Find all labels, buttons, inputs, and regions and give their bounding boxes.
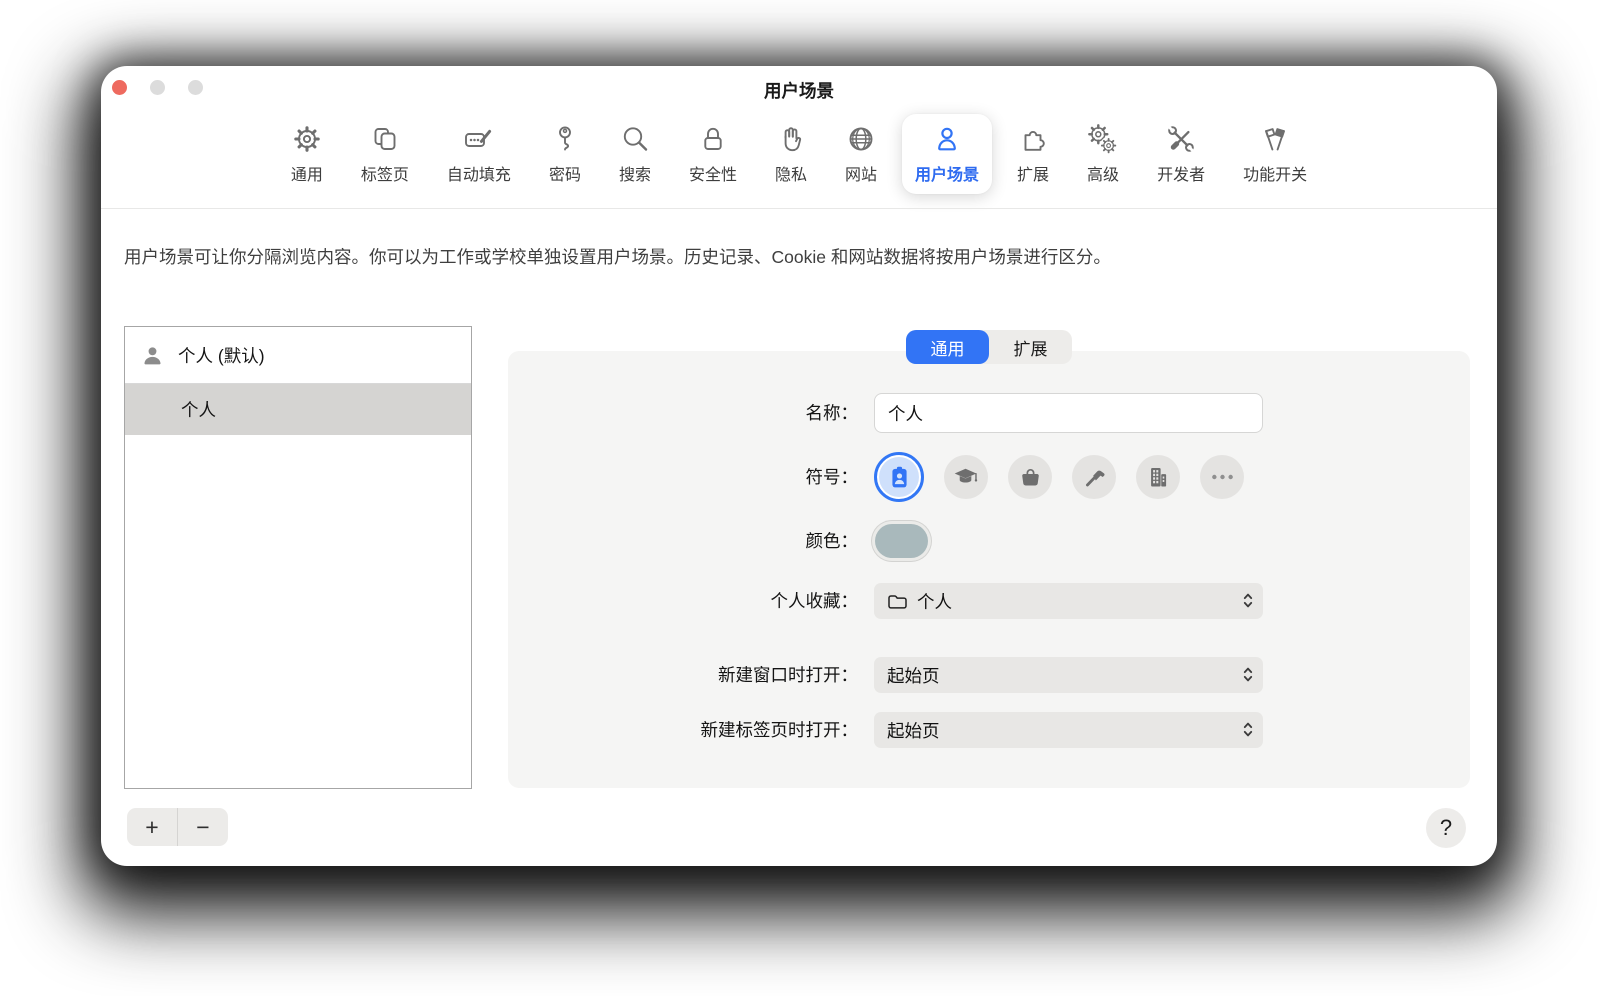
search-icon <box>619 123 651 155</box>
symbol-option-briefcase[interactable] <box>1008 455 1052 499</box>
favorites-label: 个人收藏： <box>508 583 858 619</box>
person-icon <box>142 345 163 366</box>
flags-icon <box>1259 123 1291 155</box>
profile-list-controls: + − <box>127 808 228 846</box>
key-icon <box>549 123 581 155</box>
new-window-popup-value: 起始页 <box>887 663 940 688</box>
symbol-label: 符号： <box>508 452 858 502</box>
profile-color-well[interactable] <box>875 524 928 558</box>
remove-profile-button[interactable]: − <box>178 808 228 846</box>
chevron-up-down-icon <box>1242 720 1254 739</box>
profiles-list-header-label: 个人 (默认) <box>178 343 265 368</box>
gear-icon <box>291 123 323 155</box>
profile-name-input[interactable] <box>874 393 1263 433</box>
favorites-popup[interactable]: 个人 <box>874 583 1263 619</box>
toolbar-item-label: 高级 <box>1087 161 1119 185</box>
detail-tabs: 通用 扩展 <box>906 330 1072 364</box>
window-title: 用户场景 <box>101 78 1497 103</box>
symbol-option-more[interactable] <box>1200 455 1244 499</box>
toolbar-item-search[interactable]: 搜索 <box>606 114 664 194</box>
chevron-up-down-icon <box>1242 591 1254 610</box>
globe-icon <box>845 123 877 155</box>
ellipsis-icon <box>1211 472 1234 482</box>
chevron-up-down-icon <box>1242 665 1254 684</box>
new-tab-popup-value: 起始页 <box>887 718 940 743</box>
profiles-description: 用户场景可让你分隔浏览内容。你可以为工作或学校单独设置用户场景。历史记录、Coo… <box>124 244 1454 269</box>
symbol-option-hammer[interactable] <box>1072 455 1116 499</box>
toolbar-separator <box>101 208 1497 209</box>
preferences-toolbar: 通用 标签页 自动填充 <box>101 114 1497 194</box>
toolbar-item-label: 用户场景 <box>915 161 979 185</box>
new-tab-label: 新建标签页时打开： <box>508 712 858 748</box>
toolbar-item-profiles[interactable]: 用户场景 <box>902 114 992 194</box>
wrench-screwdriver-icon <box>1165 123 1197 155</box>
toolbar-item-label: 自动填充 <box>447 161 511 185</box>
toolbar-item-privacy[interactable]: 隐私 <box>762 114 820 194</box>
toolbar-item-extensions[interactable]: 扩展 <box>1004 114 1062 194</box>
symbol-option-id-badge[interactable] <box>874 452 924 502</box>
new-window-popup[interactable]: 起始页 <box>874 657 1263 693</box>
toolbar-item-feature-flags[interactable]: 功能开关 <box>1230 114 1320 194</box>
folder-icon <box>887 593 908 610</box>
toolbar-item-label: 开发者 <box>1157 161 1205 185</box>
toolbar-item-label: 通用 <box>291 161 323 185</box>
building-icon <box>1149 467 1168 488</box>
toolbar-item-label: 隐私 <box>775 161 807 185</box>
symbol-options <box>874 452 1244 502</box>
toolbar-item-advanced[interactable]: 高级 <box>1074 114 1132 194</box>
add-profile-button[interactable]: + <box>127 808 178 846</box>
color-label: 颜色： <box>508 521 858 561</box>
toolbar-item-developer[interactable]: 开发者 <box>1144 114 1218 194</box>
toolbar-item-label: 扩展 <box>1017 161 1049 185</box>
preferences-window: 用户场景 通用 标签页 <box>101 66 1497 866</box>
profile-list-item[interactable]: 个人 <box>125 384 471 435</box>
toolbar-item-label: 密码 <box>549 161 581 185</box>
lock-icon <box>697 123 729 155</box>
favorites-popup-value: 个人 <box>917 589 952 614</box>
graduation-cap-icon <box>954 468 978 487</box>
profiles-list-header[interactable]: 个人 (默认) <box>125 327 471 384</box>
puzzle-icon <box>1017 123 1049 155</box>
toolbar-item-autofill[interactable]: 自动填充 <box>434 114 524 194</box>
toolbar-item-security[interactable]: 安全性 <box>676 114 750 194</box>
toolbar-item-tabs[interactable]: 标签页 <box>348 114 422 194</box>
hand-icon <box>775 123 807 155</box>
autofill-icon <box>463 123 495 155</box>
toolbar-item-label: 功能开关 <box>1243 161 1307 185</box>
toolbar-item-general[interactable]: 通用 <box>278 114 336 194</box>
toolbar-item-label: 安全性 <box>689 161 737 185</box>
symbol-option-graduation-cap[interactable] <box>944 455 988 499</box>
help-button[interactable]: ? <box>1426 808 1466 848</box>
tabs-icon <box>369 123 401 155</box>
briefcase-icon <box>1021 468 1040 487</box>
id-badge-icon <box>890 466 909 489</box>
hammer-icon <box>1084 467 1105 488</box>
new-tab-popup[interactable]: 起始页 <box>874 712 1263 748</box>
new-window-label: 新建窗口时打开： <box>508 657 858 693</box>
tab-extensions[interactable]: 扩展 <box>989 330 1072 364</box>
toolbar-item-label: 标签页 <box>361 161 409 185</box>
profiles-list: 个人 (默认) 个人 <box>124 326 472 789</box>
name-label: 名称： <box>508 393 858 433</box>
gears-icon <box>1087 123 1119 155</box>
profile-list-item-label: 个人 <box>181 397 216 422</box>
tab-general[interactable]: 通用 <box>906 330 989 364</box>
symbol-option-building[interactable] <box>1136 455 1180 499</box>
toolbar-item-websites[interactable]: 网站 <box>832 114 890 194</box>
person-icon <box>931 123 963 155</box>
toolbar-item-passwords[interactable]: 密码 <box>536 114 594 194</box>
toolbar-item-label: 网站 <box>845 161 877 185</box>
toolbar-item-label: 搜索 <box>619 161 651 185</box>
